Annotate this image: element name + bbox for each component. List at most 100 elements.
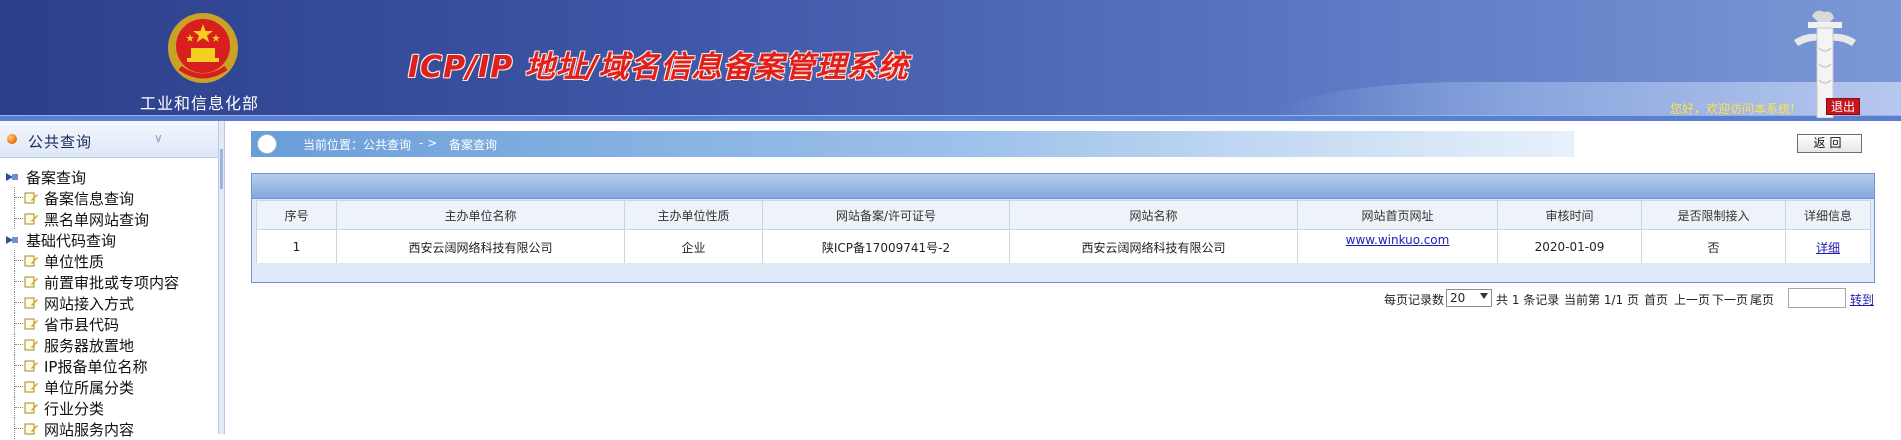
edit-note-icon <box>24 276 38 288</box>
column-header: 网站名称 <box>1009 200 1298 230</box>
next-page-link[interactable]: 下一页 <box>1712 291 1748 308</box>
sidebar-item-label: 单位所属分类 <box>44 379 135 397</box>
total-records: 共 1 条记录 <box>1496 293 1560 307</box>
header-banner: 工业和信息化部 ICP/IP 地址/域名信息备案管理系统 您好，欢迎访问本系统!… <box>0 0 1901 121</box>
folder-arrow-icon <box>6 236 18 244</box>
sidebar-header[interactable]: 公共查询 ∨ <box>0 121 218 158</box>
cell-index: 1 <box>256 229 337 265</box>
tree-group-filing-query[interactable]: 备案查询 <box>0 166 218 187</box>
logout-button[interactable]: 退出 <box>1826 98 1860 115</box>
column-header: 详细信息 <box>1785 200 1871 230</box>
cell-details: 详细 <box>1785 229 1871 265</box>
column-header: 审核时间 <box>1497 200 1642 230</box>
homepage-link[interactable]: www.winkuo.com <box>1346 233 1450 247</box>
per-page-label: 每页记录数 <box>1384 293 1445 307</box>
sidebar-item-filing-info[interactable]: 备案信息查询 <box>0 187 218 208</box>
tree-line-branch <box>15 386 23 387</box>
sidebar-item-pre-approval[interactable]: 前置审批或专项内容 <box>0 271 218 292</box>
tree-line-branch <box>15 281 23 282</box>
edit-note-icon <box>24 339 38 351</box>
sidebar-item-access-method[interactable]: 网站接入方式 <box>0 292 218 313</box>
edit-note-icon <box>24 192 38 204</box>
column-header: 是否限制接入 <box>1641 200 1786 230</box>
sidebar-item-industry[interactable]: 行业分类 <box>0 397 218 418</box>
column-header: 主办单位名称 <box>336 200 625 230</box>
sidebar-item-label: 前置审批或专项内容 <box>44 274 180 292</box>
national-emblem-icon <box>168 13 238 83</box>
cell-license-number: 陕ICP备17009741号-2 <box>762 229 1010 265</box>
results-panel: 序号 主办单位名称 主办单位性质 网站备案/许可证号 网站名称 网站首页网址 审… <box>251 173 1875 283</box>
sidebar-item-unit-category[interactable]: 单位所属分类 <box>0 376 218 397</box>
page-size-select[interactable]: 20 <box>1446 289 1492 307</box>
first-page-link[interactable]: 首页 <box>1644 291 1668 308</box>
tree-line-branch <box>15 302 23 303</box>
sidebar-item-label: 单位性质 <box>44 253 105 271</box>
goto-page-input[interactable] <box>1788 288 1846 308</box>
column-header: 主办单位性质 <box>624 200 763 230</box>
table-row: 1 西安云阔网络科技有限公司 企业 陕ICP备17009741号-2 西安云阔网… <box>256 229 1871 265</box>
breadcrumb-separator: - > <box>419 136 438 150</box>
cell-organizer-name: 西安云阔网络科技有限公司 <box>336 229 625 265</box>
tree-group-label: 备案查询 <box>26 169 87 187</box>
results-table: 序号 主办单位名称 主办单位性质 网站备案/许可证号 网站名称 网站首页网址 审… <box>256 200 1871 265</box>
welcome-text: 您好，欢迎访问本系统! <box>1670 102 1795 116</box>
prev-page-link[interactable]: 上一页 <box>1674 291 1710 308</box>
cell-organizer-type: 企业 <box>624 229 763 265</box>
edit-note-icon <box>24 318 38 330</box>
breadcrumb: 当前位置：公共查询 - > 备案查询 <box>251 131 1574 157</box>
details-link[interactable]: 详细 <box>1816 241 1840 255</box>
sidebar-item-label: IP报备单位名称 <box>44 358 148 376</box>
sidebar-item-ip-unit[interactable]: IP报备单位名称 <box>0 355 218 376</box>
sidebar-item-label: 黑名单网站查询 <box>44 211 150 229</box>
results-panel-header <box>252 174 1874 199</box>
chevron-down-icon[interactable]: ∨ <box>154 131 168 145</box>
column-header: 序号 <box>256 200 337 230</box>
breadcrumb-current: 备案查询 <box>449 138 498 152</box>
page-size-value: 20 <box>1450 291 1466 305</box>
folder-arrow-icon <box>6 173 18 181</box>
sidebar-item-unit-nature[interactable]: 单位性质 <box>0 250 218 271</box>
cell-review-date: 2020-01-09 <box>1497 229 1642 265</box>
edit-note-icon <box>24 381 38 393</box>
sidebar-item-server-location[interactable]: 服务器放置地 <box>0 334 218 355</box>
cell-access-restricted: 否 <box>1641 229 1786 265</box>
sidebar-item-service-content[interactable]: 网站服务内容 <box>0 418 218 439</box>
sidebar-item-label: 网站接入方式 <box>44 295 135 313</box>
goto-page-link[interactable]: 转到 <box>1850 291 1874 308</box>
sidebar-item-blacklist[interactable]: 黑名单网站查询 <box>0 208 218 229</box>
sidebar-item-label: 省市县代码 <box>44 316 120 334</box>
cell-homepage-url: www.winkuo.com <box>1297 229 1498 265</box>
tree-group-base-code-query[interactable]: 基础代码查询 <box>0 229 218 250</box>
header-stripe <box>0 115 1901 121</box>
tree-line-branch <box>15 323 23 324</box>
back-button[interactable]: 返回 <box>1797 134 1862 153</box>
edit-note-icon <box>24 402 38 414</box>
column-header: 网站备案/许可证号 <box>762 200 1010 230</box>
cell-site-name: 西安云阔网络科技有限公司 <box>1009 229 1298 265</box>
tree-group-label: 基础代码查询 <box>26 232 117 250</box>
last-page-link[interactable]: 尾页 <box>1750 291 1774 308</box>
column-header: 网站首页网址 <box>1297 200 1498 230</box>
sidebar-tree: 备案查询 备案信息查询 黑名单网站查询 基础代码查询 单位性质 前置审批或专项内… <box>0 166 218 439</box>
tree-line-branch <box>15 428 23 429</box>
results-panel-footer <box>256 263 1870 278</box>
tree-line-branch <box>15 344 23 345</box>
system-title: ICP/IP 地址/域名信息备案管理系统 <box>408 50 909 85</box>
tree-line-branch <box>15 218 23 219</box>
sidebar: 公共查询 ∨ 备案查询 备案信息查询 黑名单网站查询 基础代码查询 单位性质 前… <box>0 121 219 439</box>
edit-note-icon <box>24 360 38 372</box>
tree-line-branch <box>15 407 23 408</box>
home-icon[interactable] <box>257 134 277 154</box>
tree-line-branch <box>15 260 23 261</box>
edit-note-icon <box>24 255 38 267</box>
sidebar-title: 公共查询 <box>28 133 93 151</box>
edit-note-icon <box>24 213 38 225</box>
edit-note-icon <box>24 423 38 435</box>
sidebar-item-region-code[interactable]: 省市县代码 <box>0 313 218 334</box>
chevron-down-icon <box>1480 293 1488 299</box>
tree-line-branch <box>15 197 23 198</box>
splitter-grip[interactable] <box>220 149 223 189</box>
sidebar-splitter[interactable] <box>218 121 225 434</box>
sidebar-item-label: 服务器放置地 <box>44 337 135 355</box>
orange-dot-icon <box>7 134 17 144</box>
